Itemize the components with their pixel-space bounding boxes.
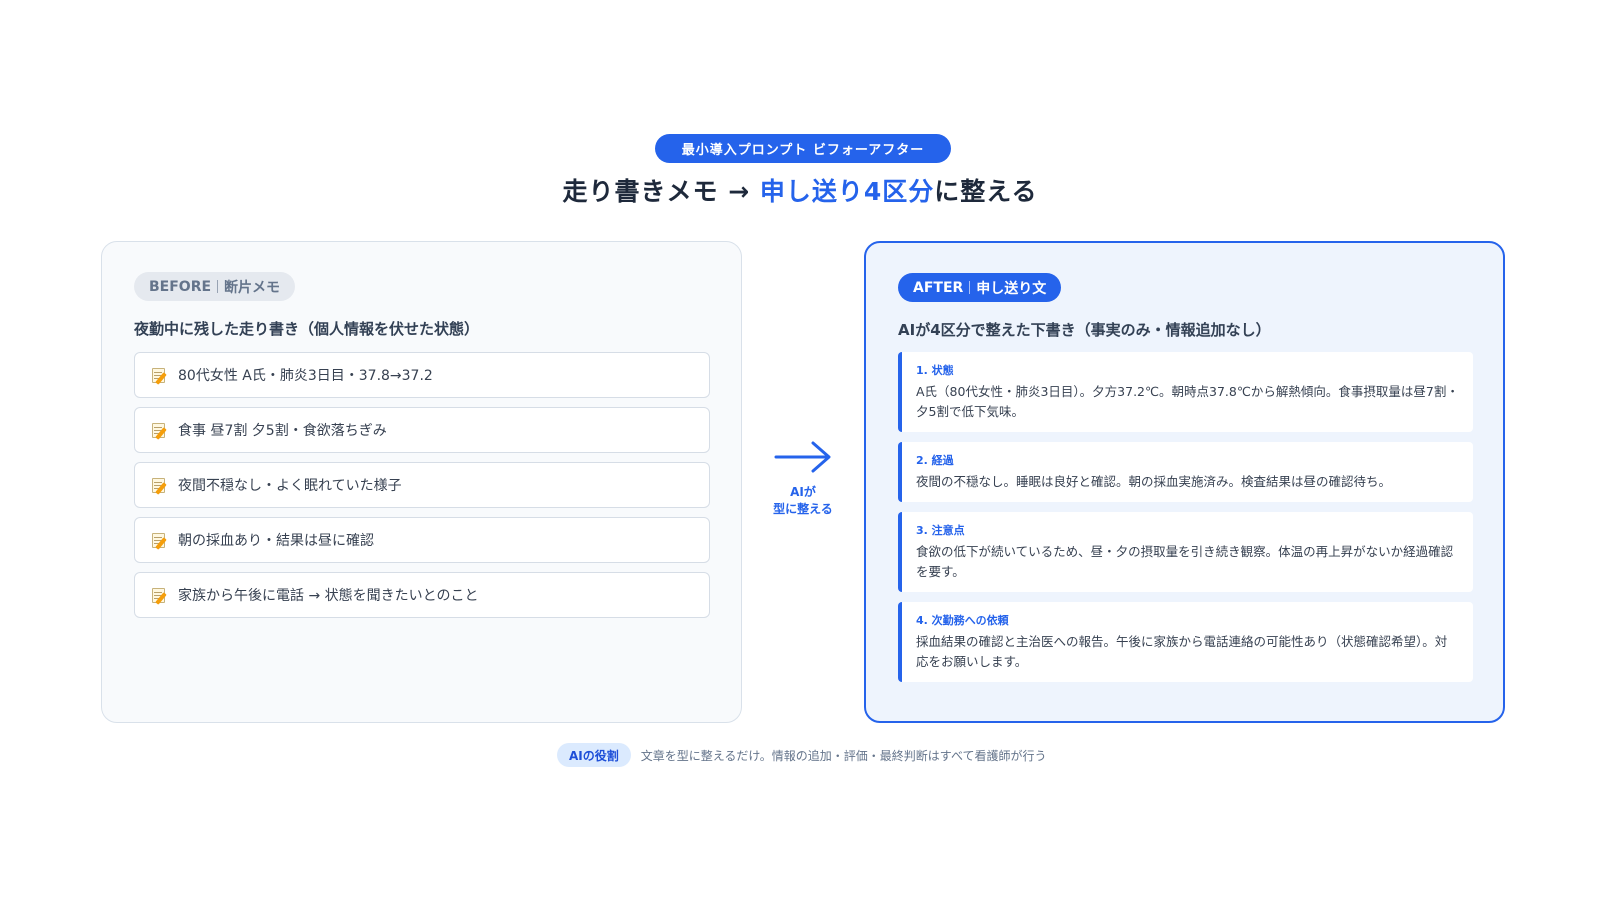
memo-icon bbox=[151, 531, 169, 550]
section-body: 食欲の低下が続いているため、昼・夕の摂取量を引き続き観察。体温の再上昇がないか経… bbox=[916, 544, 1454, 579]
memo-item: 朝の採血あり・結果は昼に確認 bbox=[134, 517, 710, 563]
before-tag: BEFORE 断片メモ bbox=[134, 272, 296, 301]
header-badge: 最小導入プロンプト ビフォーアフター bbox=[655, 134, 951, 163]
memo-icon bbox=[151, 366, 169, 385]
tag-divider bbox=[969, 281, 971, 294]
arrow-label-line1: AIが bbox=[790, 485, 816, 499]
before-tag-en: BEFORE bbox=[149, 278, 212, 295]
section-body: A氏（80代女性・肺炎3日目）。夕方37.2℃。朝時点37.8℃から解熱傾向。食… bbox=[916, 384, 1459, 419]
page-title: 走り書きメモ → 申し送り4区分に整える bbox=[0, 172, 1600, 208]
section-list: 1. 状態 A氏（80代女性・肺炎3日目）。夕方37.2℃。朝時点37.8℃から… bbox=[898, 352, 1473, 692]
after-tag: AFTER 申し送り文 bbox=[898, 273, 1062, 302]
section-body: 採血結果の確認と主治医への報告。午後に家族から電話連絡の可能性あり（状態確認希望… bbox=[916, 634, 1448, 669]
handoff-section-cautions: 3. 注意点 食欲の低下が続いているため、昼・夕の摂取量を引き続き観察。体温の再… bbox=[898, 512, 1473, 592]
memo-item: 夜間不穏なし・よく眠れていた様子 bbox=[134, 462, 710, 508]
memo-text: 食事 昼7割 夕5割・食欲落ちぎみ bbox=[178, 423, 387, 439]
title-prefix: 走り書きメモ → bbox=[562, 177, 760, 206]
section-body: 夜間の不穏なし。睡眠は良好と確認。朝の採血実施済み。検査結果は昼の確認待ち。 bbox=[916, 474, 1392, 489]
memo-text: 80代女性 A氏・肺炎3日目・37.8→37.2 bbox=[178, 368, 433, 384]
before-tag-jp: 断片メモ bbox=[224, 279, 281, 296]
memo-list: 80代女性 A氏・肺炎3日目・37.8→37.2 食事 昼7割 夕5割・食欲落ち… bbox=[134, 352, 710, 627]
ai-role-text: 文章を型に整えるだけ。情報の追加・評価・最終判断はすべて看護師が行う bbox=[640, 748, 1047, 763]
arrow-label-line2: 型に整える bbox=[773, 502, 833, 516]
memo-text: 夜間不穏なし・よく眠れていた様子 bbox=[178, 478, 402, 494]
after-panel: AFTER 申し送り文 AIが4区分で整えた下書き（事実のみ・情報追加なし） 1… bbox=[864, 241, 1505, 723]
footer-note: AIの役割 文章を型に整えるだけ。情報の追加・評価・最終判断はすべて看護師が行う bbox=[557, 743, 1047, 767]
arrow-label: AIが 型に整える bbox=[765, 484, 841, 518]
memo-icon bbox=[151, 476, 169, 495]
tag-divider bbox=[217, 280, 219, 293]
handoff-section-progress: 2. 経過 夜間の不穏なし。睡眠は良好と確認。朝の採血実施済み。検査結果は昼の確… bbox=[898, 442, 1473, 502]
before-subtitle: 夜勤中に残した走り書き（個人情報を伏せた状態） bbox=[134, 320, 480, 338]
title-accent: 申し送り4区分 bbox=[759, 177, 935, 206]
title-suffix: に整える bbox=[934, 177, 1038, 206]
section-title: 2. 経過 bbox=[916, 454, 954, 467]
memo-item: 食事 昼7割 夕5割・食欲落ちぎみ bbox=[134, 407, 710, 453]
arrow-right-icon bbox=[774, 441, 831, 473]
memo-item: 家族から午後に電話 → 状態を聞きたいとのこと bbox=[134, 572, 710, 618]
ai-role-badge: AIの役割 bbox=[557, 743, 631, 767]
memo-text: 朝の採血あり・結果は昼に確認 bbox=[178, 533, 374, 549]
before-panel: BEFORE 断片メモ 夜勤中に残した走り書き（個人情報を伏せた状態） 80代女… bbox=[101, 241, 742, 723]
after-tag-jp: 申し送り文 bbox=[976, 280, 1047, 297]
memo-icon bbox=[151, 586, 169, 605]
transform-arrow: AIが 型に整える bbox=[765, 440, 841, 518]
section-title: 1. 状態 bbox=[916, 364, 954, 377]
memo-icon bbox=[151, 421, 169, 440]
section-title: 3. 注意点 bbox=[916, 524, 965, 537]
memo-text: 家族から午後に電話 → 状態を聞きたいとのこと bbox=[178, 588, 479, 604]
after-subtitle: AIが4区分で整えた下書き（事実のみ・情報追加なし） bbox=[898, 321, 1271, 339]
memo-item: 80代女性 A氏・肺炎3日目・37.8→37.2 bbox=[134, 352, 710, 398]
handoff-section-requests: 4. 次勤務への依頼 採血結果の確認と主治医への報告。午後に家族から電話連絡の可… bbox=[898, 602, 1473, 682]
section-title: 4. 次勤務への依頼 bbox=[916, 614, 1009, 627]
handoff-section-status: 1. 状態 A氏（80代女性・肺炎3日目）。夕方37.2℃。朝時点37.8℃から… bbox=[898, 352, 1473, 432]
after-tag-en: AFTER bbox=[913, 279, 964, 296]
